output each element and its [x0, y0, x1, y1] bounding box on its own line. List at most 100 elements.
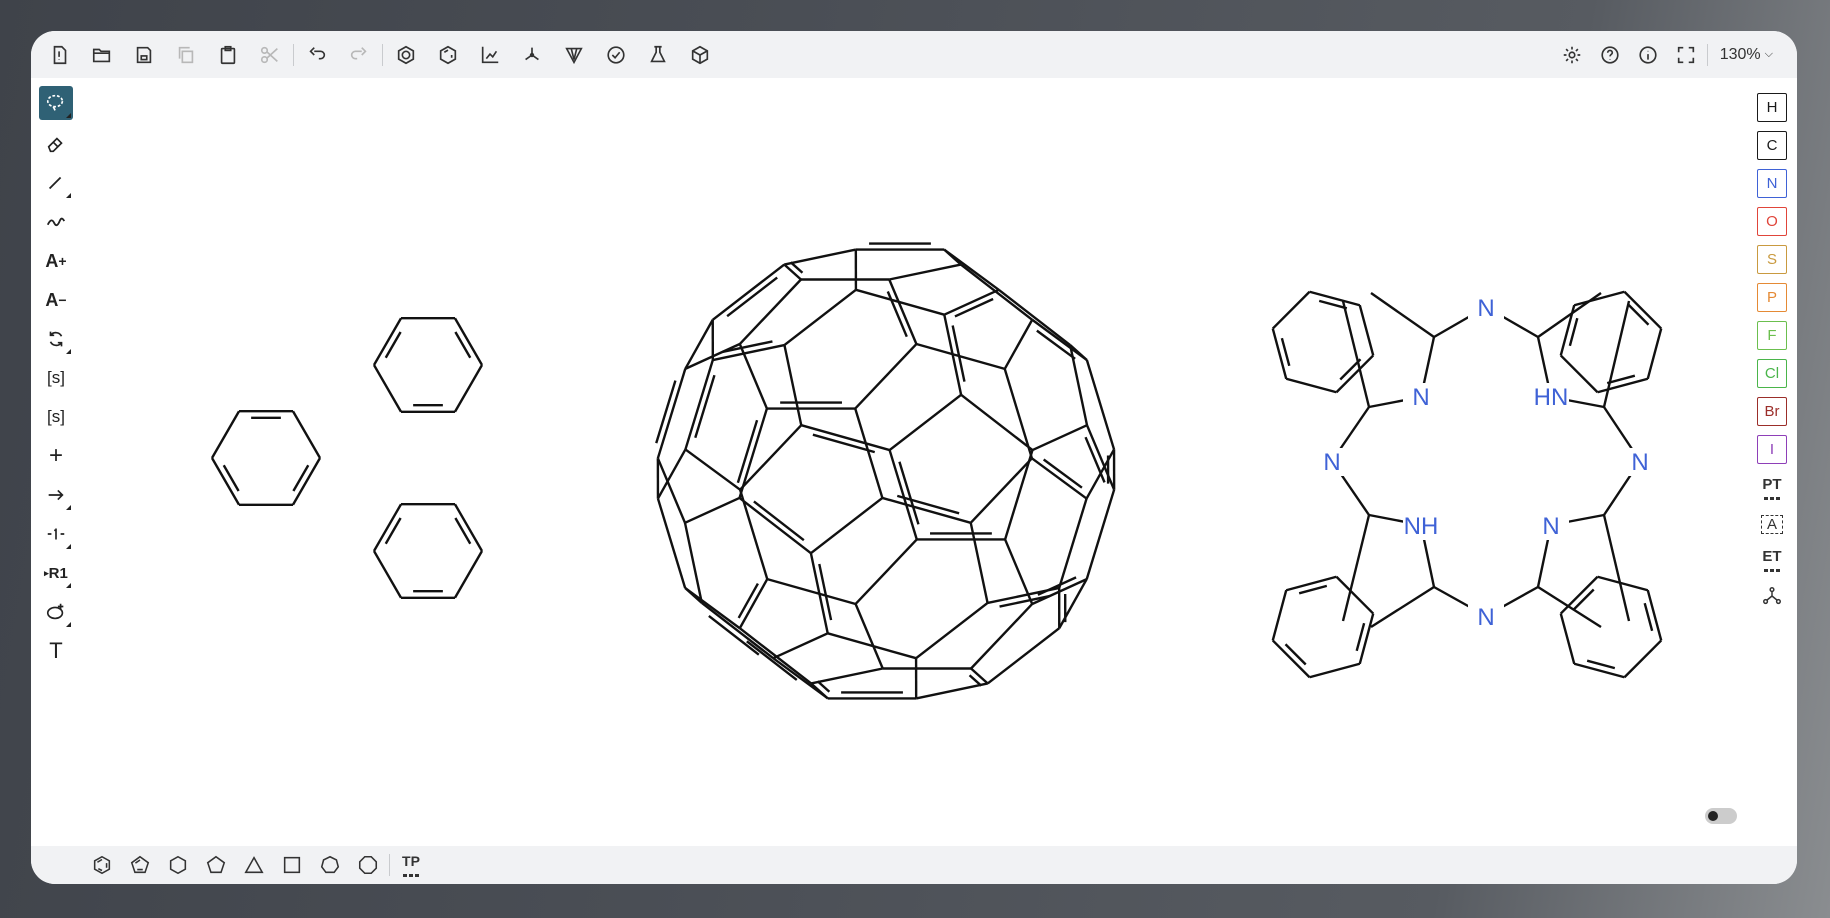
double-bond[interactable] [454, 517, 472, 545]
fullerene-bond[interactable] [684, 448, 741, 491]
bond[interactable] [453, 364, 484, 413]
fullerene-bond[interactable] [969, 522, 989, 604]
fullerene-bond[interactable] [810, 496, 884, 555]
fullerene-bond[interactable] [888, 393, 962, 452]
fullerene-double-bond[interactable] [746, 640, 798, 681]
bond[interactable] [1358, 613, 1375, 665]
bond[interactable] [291, 457, 322, 506]
fullerene-bond[interactable] [684, 496, 741, 524]
fullerene-bond[interactable] [800, 424, 890, 452]
bond[interactable] [1358, 304, 1375, 356]
fullerene-double-bond[interactable] [726, 276, 778, 318]
double-bond[interactable] [1643, 602, 1654, 632]
atom-label[interactable]: N [1477, 295, 1494, 322]
double-bond[interactable] [1586, 659, 1616, 670]
fullerene-bond[interactable] [1003, 319, 1034, 370]
fullerene-bond[interactable] [970, 603, 1034, 670]
cyclooctane-template-icon[interactable] [349, 850, 387, 880]
atom-label[interactable]: N [1412, 384, 1429, 411]
bond[interactable] [1623, 290, 1663, 330]
bond[interactable] [1285, 377, 1337, 394]
bond[interactable] [372, 317, 403, 366]
fullerene-bond[interactable] [854, 343, 918, 410]
bond[interactable] [372, 364, 403, 413]
fullerene-bond[interactable] [783, 263, 802, 281]
double-bond[interactable] [1572, 588, 1595, 611]
bond[interactable] [1597, 575, 1649, 592]
fullerene-bond[interactable] [915, 682, 988, 700]
benzene-template-icon[interactable] [83, 850, 121, 880]
double-bond[interactable] [1298, 584, 1328, 595]
fullerene-bond[interactable] [810, 682, 829, 700]
double-bond[interactable] [1627, 303, 1650, 326]
atom-label[interactable]: NH [1404, 513, 1439, 540]
double-bond[interactable] [384, 517, 402, 545]
double-bond[interactable] [1355, 622, 1366, 652]
fullerene-bond[interactable] [712, 263, 785, 321]
bond[interactable] [1559, 613, 1576, 665]
fullerene-bond[interactable] [854, 408, 884, 499]
bond[interactable] [1271, 290, 1311, 330]
double-bond[interactable] [1284, 643, 1307, 666]
atom-label[interactable]: HN [1534, 384, 1569, 411]
bond[interactable] [453, 317, 484, 366]
fullerene-bond[interactable] [739, 627, 812, 685]
fullerene-bond[interactable] [960, 263, 1033, 321]
fullerene-bond[interactable] [1085, 489, 1116, 580]
fullerene-bond[interactable] [969, 457, 1033, 524]
fullerene-bond[interactable] [701, 602, 774, 660]
fullerene-bond[interactable] [772, 632, 829, 660]
fullerene-bond[interactable] [1031, 424, 1088, 452]
fullerene-bond[interactable] [854, 538, 918, 605]
fullerene-bond[interactable] [882, 496, 972, 524]
double-bond[interactable] [1280, 337, 1291, 367]
bond[interactable] [1646, 328, 1663, 380]
double-bond[interactable] [292, 464, 310, 492]
fullerene-bond[interactable] [943, 288, 1000, 316]
bond[interactable] [1573, 662, 1625, 679]
bond[interactable] [372, 503, 403, 552]
fullerene-bond[interactable] [987, 627, 1060, 685]
bond[interactable] [1335, 354, 1375, 394]
bond[interactable] [1309, 290, 1361, 307]
fullerene-bond[interactable] [1058, 498, 1088, 589]
atom-label[interactable]: N [1477, 604, 1494, 631]
fullerene-bond[interactable] [783, 344, 803, 426]
fullerene-bond[interactable] [784, 248, 857, 266]
atom-label[interactable]: N [1323, 449, 1340, 476]
cycloheptane-template-icon[interactable] [311, 850, 349, 880]
fullerene-bond[interactable] [970, 667, 989, 685]
cyclobutane-template-icon[interactable] [273, 850, 311, 880]
bond[interactable] [1602, 514, 1631, 622]
drawing-canvas[interactable]: NN HNN NNHNN [31, 31, 1797, 884]
fullerene-bond[interactable] [766, 577, 856, 606]
fullerene-bond[interactable] [1031, 457, 1088, 500]
fullerene-bond[interactable] [854, 603, 884, 669]
bond[interactable] [1370, 585, 1435, 629]
bond[interactable] [1370, 292, 1435, 338]
cyclopropane-template-icon[interactable] [235, 850, 273, 880]
fullerene-bond[interactable] [783, 288, 857, 346]
fullerene-bond[interactable] [998, 288, 1071, 346]
fullerene-double-bond[interactable] [1042, 458, 1083, 489]
fullerene-bond[interactable] [739, 424, 803, 491]
bond[interactable] [210, 410, 241, 459]
fullerene-bond[interactable] [943, 248, 962, 266]
fullerene-bond[interactable] [1003, 368, 1034, 459]
fullerene-bond[interactable] [738, 278, 802, 345]
cyclopentadiene-template-icon[interactable] [121, 850, 159, 880]
bond[interactable] [1602, 300, 1631, 408]
bond[interactable] [1341, 300, 1371, 408]
bond[interactable] [1597, 377, 1649, 394]
fullerene-bond[interactable] [738, 578, 769, 629]
fullerene-bond[interactable] [684, 359, 714, 450]
bond[interactable] [1309, 662, 1361, 679]
bond[interactable] [1335, 575, 1375, 615]
bond[interactable] [453, 503, 484, 552]
bond[interactable] [372, 550, 403, 599]
atom-label[interactable]: N [1631, 449, 1648, 476]
bond[interactable] [1623, 639, 1663, 679]
bond[interactable] [1271, 328, 1288, 380]
bond[interactable] [1271, 639, 1311, 679]
double-bond[interactable] [222, 464, 240, 492]
